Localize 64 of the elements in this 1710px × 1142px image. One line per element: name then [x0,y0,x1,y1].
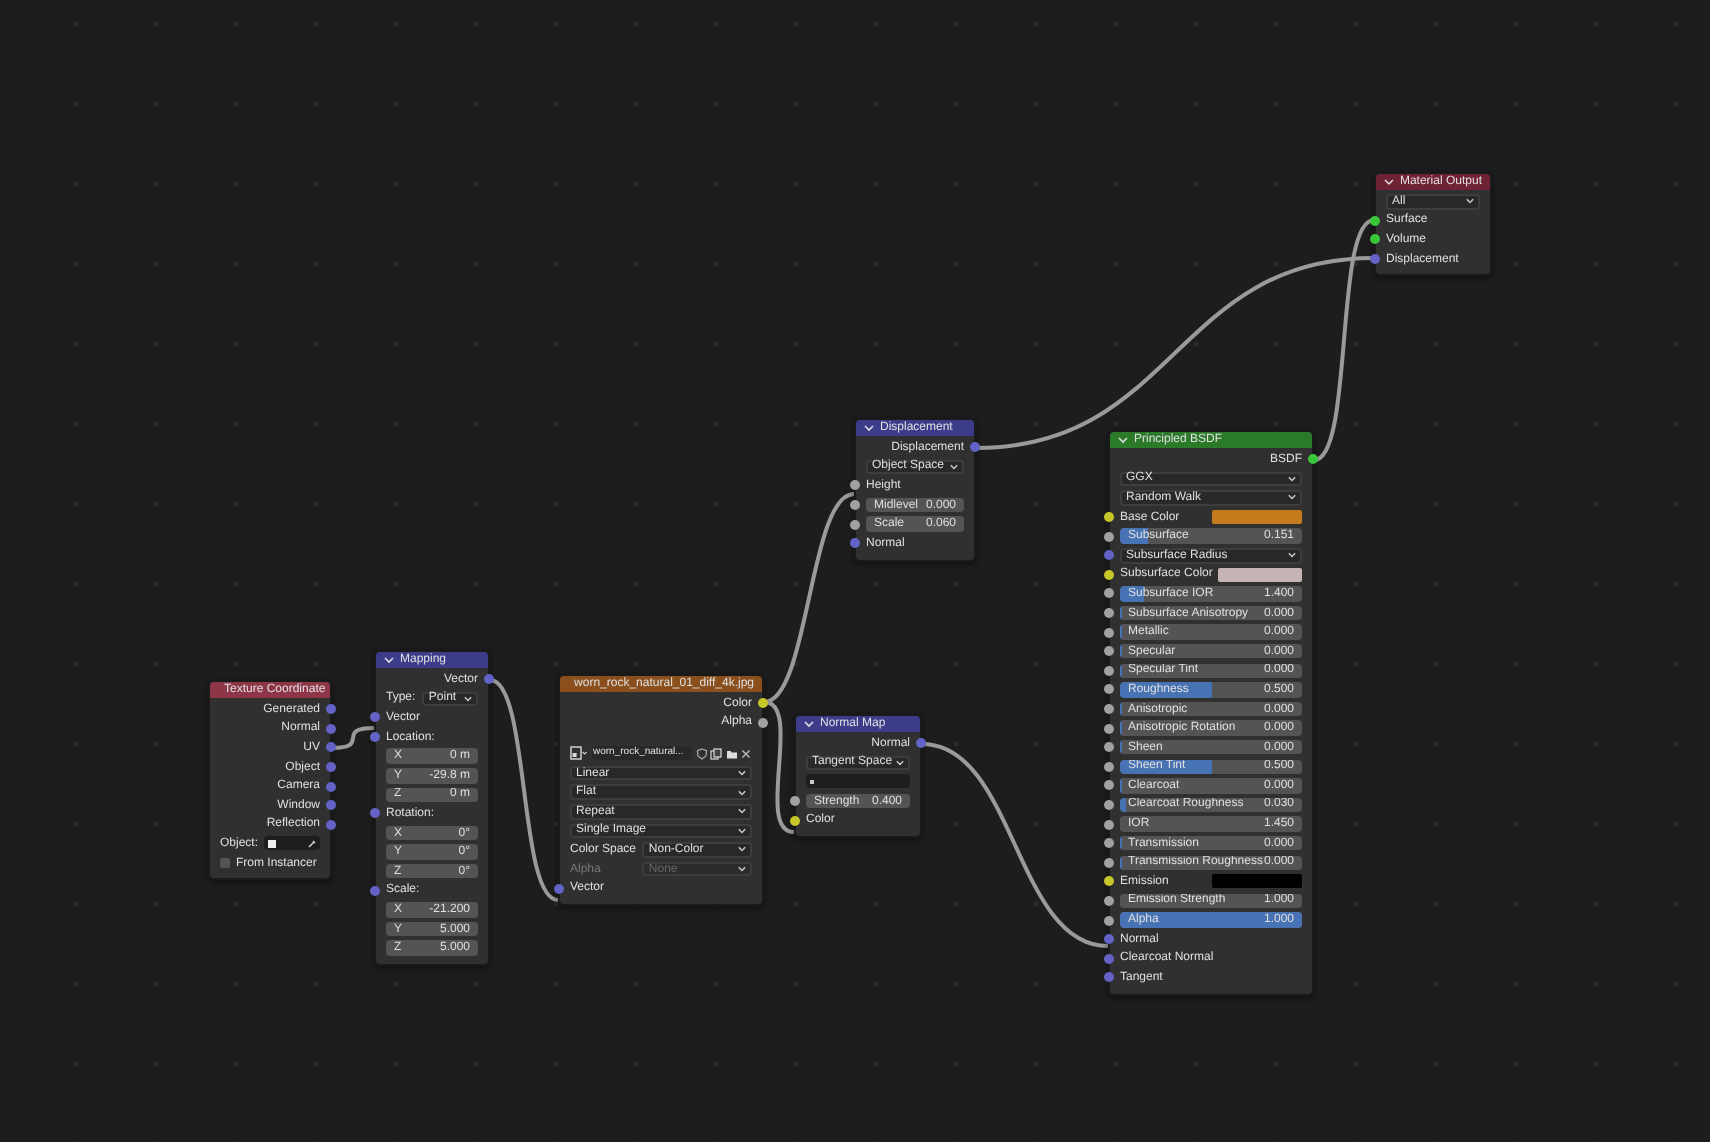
chevron-icon [950,463,958,470]
socket[interactable] [850,480,860,491]
color-swatch[interactable] [1218,567,1302,582]
socket[interactable] [1104,723,1114,734]
chevron-icon [896,759,904,766]
chevron-icon [1288,552,1296,559]
chevron-icon [738,770,746,777]
collapse-chevron-icon[interactable] [1384,178,1394,186]
socket[interactable] [1104,608,1114,619]
socket[interactable] [1370,215,1380,226]
collapse-chevron-icon[interactable] [804,720,814,728]
shield-icon[interactable] [695,747,707,760]
socket[interactable] [1308,454,1318,465]
socket[interactable] [790,815,800,826]
chevron-icon [1466,198,1474,205]
socket[interactable] [1370,234,1380,245]
socket[interactable] [1104,588,1114,599]
chevron-icon [1288,475,1296,482]
socket[interactable] [1104,569,1114,580]
socket[interactable] [1104,761,1114,772]
close-icon[interactable] [740,747,752,760]
socket[interactable] [1104,627,1114,638]
socket[interactable] [1104,531,1114,542]
chevron-icon [738,846,746,853]
socket[interactable] [1104,704,1114,715]
node-link [331,726,375,750]
socket[interactable] [850,519,860,530]
object-field[interactable] [264,836,320,851]
chevron-icon [464,695,472,702]
socket[interactable] [790,796,800,807]
socket[interactable] [758,698,768,709]
checkbox[interactable] [220,858,230,869]
socket[interactable] [1104,512,1114,523]
socket[interactable] [850,500,860,511]
collapse-chevron-icon[interactable] [384,656,394,664]
folder-icon[interactable] [725,747,737,760]
chevron-icon [738,866,746,873]
socket[interactable] [1104,799,1114,810]
socket[interactable] [1104,838,1114,849]
socket[interactable] [1104,665,1114,676]
collapse-chevron-icon[interactable] [1118,436,1128,444]
socket[interactable] [1104,934,1114,945]
chevron-icon [738,827,746,834]
color-swatch[interactable] [1211,510,1302,525]
socket[interactable] [1104,819,1114,830]
eyedropper-icon [308,839,316,848]
chevron-icon [738,808,746,815]
collapse-chevron-icon[interactable] [864,424,874,432]
chevron-icon [738,789,746,796]
socket[interactable] [1104,646,1114,657]
socket[interactable] [1104,876,1114,887]
socket[interactable] [758,717,768,728]
uv-map-field[interactable] [806,774,910,789]
socket[interactable] [1104,780,1114,791]
socket[interactable] [1104,895,1114,906]
socket[interactable] [1104,857,1114,868]
socket[interactable] [1104,915,1114,926]
socket[interactable] [1104,742,1114,753]
chevron-icon [1288,494,1296,501]
duplicate-icon[interactable] [710,747,722,760]
socket[interactable] [1104,684,1114,695]
color-swatch[interactable] [1211,874,1302,889]
node-panel[interactable] [1108,430,1314,996]
image-icon[interactable] [570,746,588,761]
